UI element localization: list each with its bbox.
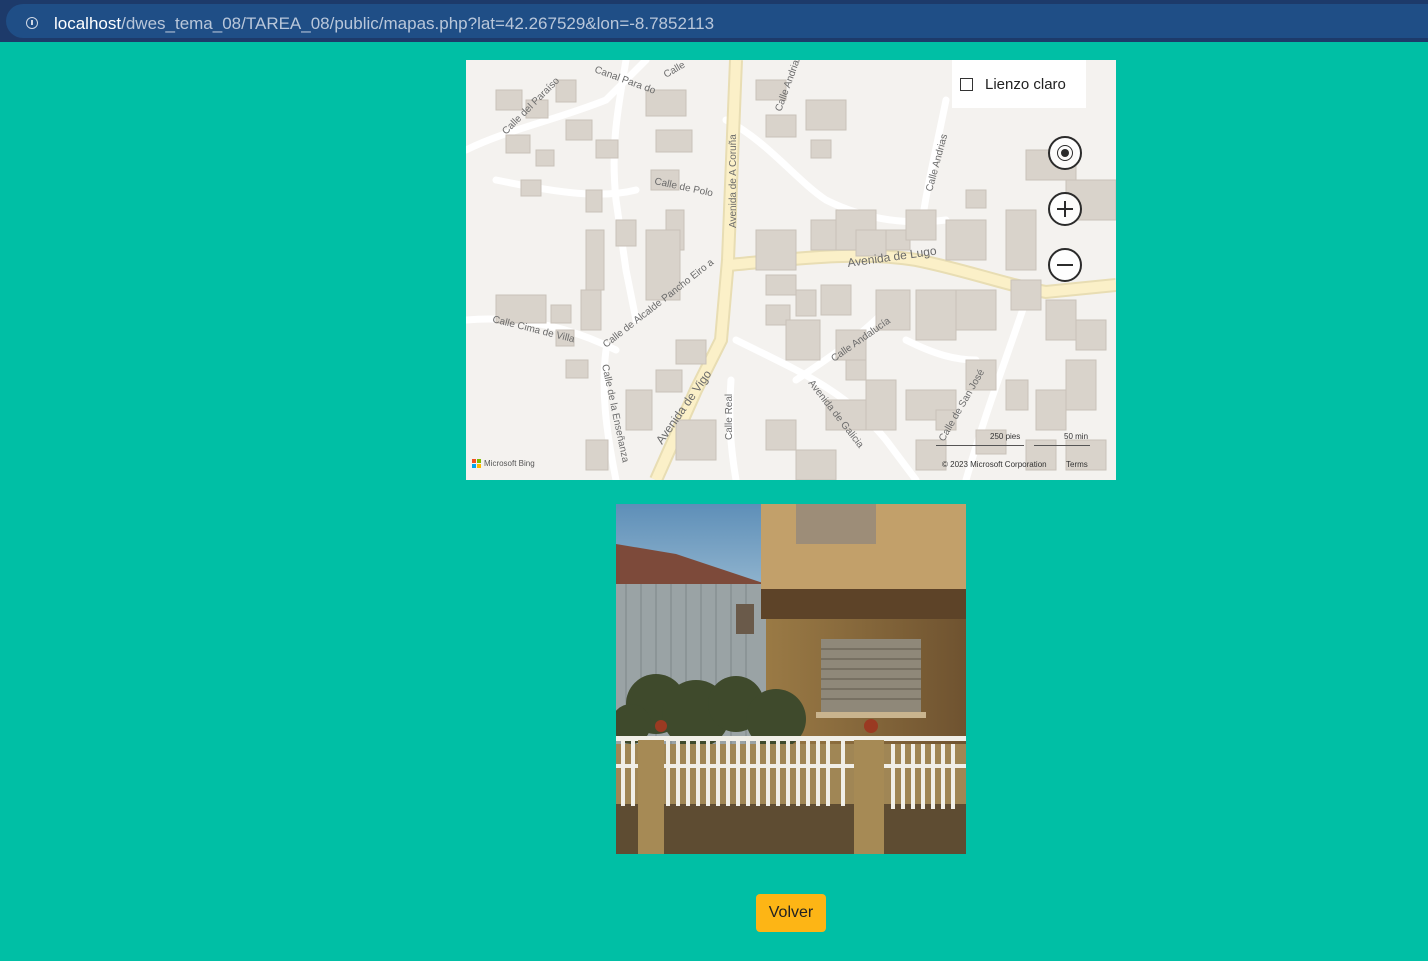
back-button[interactable]: Volver: [756, 894, 826, 932]
site-info-icon[interactable]: [26, 17, 38, 29]
map-tiles: Calle del Paraíso Canal Para do Calle Ca…: [466, 60, 1116, 480]
street-label: Calle: [662, 60, 688, 81]
url-text[interactable]: localhost/dwes_tema_08/TAREA_08/public/m…: [54, 14, 714, 34]
street-label: Calle de Polo: [653, 176, 714, 199]
locate-me-button[interactable]: [1048, 136, 1082, 170]
canvas-toggle[interactable]: Lienzo claro: [952, 60, 1086, 108]
plus-icon-vertical: [1064, 201, 1066, 217]
scale-feet-label: 250 pies: [990, 432, 1021, 441]
bing-map[interactable]: Calle del Paraíso Canal Para do Calle Ca…: [466, 60, 1116, 480]
bing-logo[interactable]: Microsoft Bing: [472, 459, 535, 468]
street-view-image: [616, 504, 966, 854]
scale-bar-feet: [936, 445, 1024, 446]
url-path: /dwes_tema_08/TAREA_08/public/mapas.php?…: [121, 14, 715, 33]
street-view-picture: [616, 504, 966, 854]
browser-toolbar: localhost/dwes_tema_08/TAREA_08/public/m…: [0, 0, 1428, 42]
scale-time-label: 50 min: [1064, 432, 1089, 441]
street-label: Calle Real: [724, 394, 735, 440]
microsoft-logo-icon: [472, 459, 481, 468]
canvas-checkbox[interactable]: [960, 78, 973, 91]
canvas-toggle-label: Lienzo claro: [985, 76, 1066, 93]
zoom-out-button[interactable]: [1048, 248, 1082, 282]
url-host: localhost: [54, 14, 122, 33]
map-copyright: © 2023 Microsoft Corporation: [942, 460, 1047, 469]
street-label: Calle Andrias: [924, 133, 950, 193]
scale-bar-time: [1034, 445, 1090, 446]
address-bar[interactable]: localhost/dwes_tema_08/TAREA_08/public/m…: [6, 4, 1428, 38]
terms-link[interactable]: Terms: [1066, 460, 1088, 469]
street-label: Avenida de A Coruña: [728, 134, 739, 228]
zoom-in-button[interactable]: [1048, 192, 1082, 226]
provider-label: Microsoft Bing: [484, 459, 535, 468]
minus-icon: [1057, 264, 1073, 266]
